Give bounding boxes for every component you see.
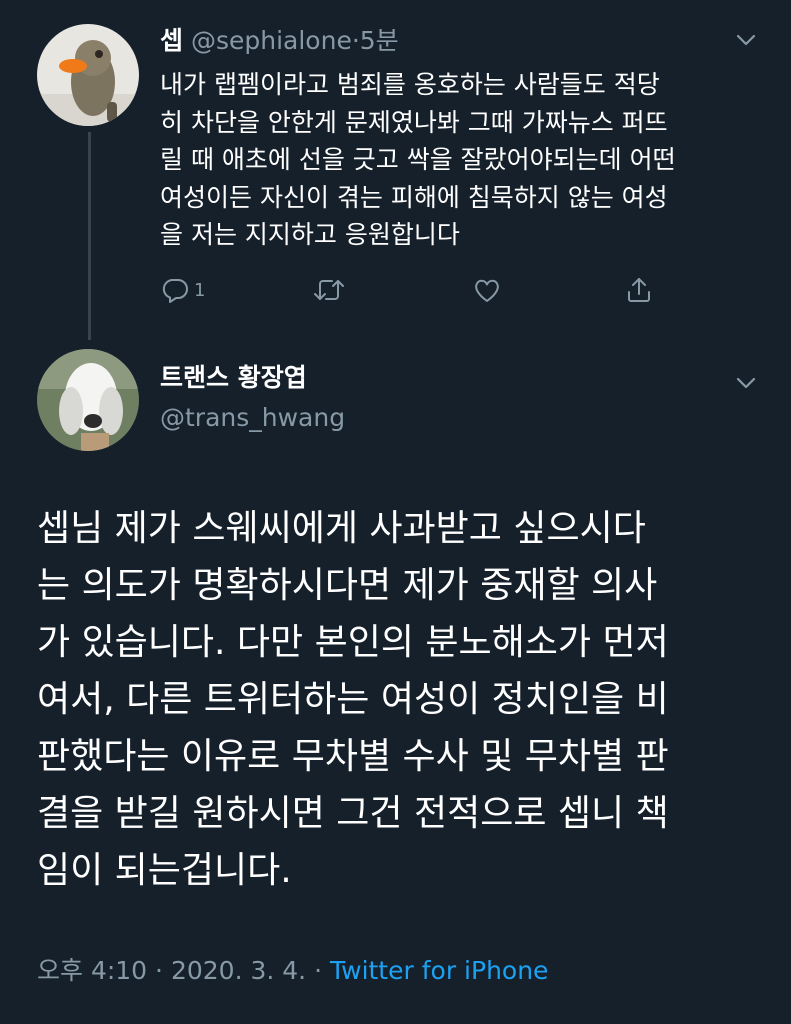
reply-text-line: 을 저는 지지하고 응원합니다 xyxy=(160,220,460,249)
main-text-line: 결을 받길 원하시면 그건 전적으로 셉니 책 xyxy=(37,793,669,834)
duck-plush-avatar-icon xyxy=(37,24,139,126)
meta-separator: · xyxy=(155,956,163,985)
main-handle[interactable]: @trans_hwang xyxy=(160,402,345,434)
reply-text-line: 내가 랩펨이라고 범죄를 옹호하는 사람들도 적당 xyxy=(160,70,660,99)
chevron-down-icon[interactable] xyxy=(735,33,757,47)
main-text-line: 여서, 다른 트위터하는 여성이 정치인을 비 xyxy=(37,679,669,720)
reply-count: 1 xyxy=(194,279,206,301)
share-button[interactable] xyxy=(624,272,654,308)
tweet-date[interactable]: 2020. 3. 4. xyxy=(171,956,306,985)
reply-tweet-header: 셉 @sephialone·5분 xyxy=(160,26,399,56)
heart-icon xyxy=(475,279,499,302)
dog-avatar-icon xyxy=(37,349,139,451)
like-button[interactable] xyxy=(472,272,502,308)
main-tweet-text: 셉님 제가 스웨씨에게 사과받고 싶으시다 는 의도가 명확하시다면 제가 중재… xyxy=(37,500,757,899)
reply-text-line: 히 차단을 안한게 문제였나봐 그때 가짜뉴스 퍼뜨 xyxy=(160,107,668,137)
reply-handle[interactable]: @sephialone xyxy=(191,26,352,55)
reply-tweet-text: 내가 랩펨이라고 범죄를 옹호하는 사람들도 적당 히 차단을 안한게 문제였나… xyxy=(160,66,760,254)
tweet-source-link[interactable]: Twitter for iPhone xyxy=(330,956,548,985)
reply-text-line: 릴 때 애초에 선을 긋고 싹을 잘랐어야되는데 어떤 xyxy=(160,145,676,174)
retweet-icon xyxy=(314,280,344,300)
reply-time-ago[interactable]: 5분 xyxy=(360,26,399,55)
reply-icon xyxy=(162,279,188,303)
chevron-down-icon[interactable] xyxy=(735,376,757,390)
main-text-line: 는 의도가 명확하시다면 제가 중재할 의사 xyxy=(37,565,658,606)
reply-button[interactable]: 1 xyxy=(160,272,205,308)
reply-action-bar: 1 xyxy=(160,272,680,308)
main-text-line: 임이 되는겁니다. xyxy=(37,850,292,891)
tweet-time[interactable]: 오후 4:10 xyxy=(37,956,147,985)
main-text-line: 셉님 제가 스웨씨에게 사과받고 싶으시다 xyxy=(37,508,646,549)
main-text-line: 판했다는 이유로 무차별 수사 및 무차별 판 xyxy=(37,736,669,777)
main-text-line: 가 있습니다. 다만 본인의 분노해소가 먼저 xyxy=(37,622,669,663)
share-icon xyxy=(628,278,650,302)
meta-separator: · xyxy=(314,956,323,985)
thread-connector-line xyxy=(88,132,91,340)
reply-time-separator: · xyxy=(351,26,360,55)
reply-text-line: 여성이든 자신이 겪는 피해에 침묵하지 않는 여성 xyxy=(160,182,668,212)
main-author-avatar[interactable] xyxy=(37,349,139,451)
reply-author-avatar[interactable] xyxy=(37,24,139,126)
reply-display-name[interactable]: 셉 xyxy=(160,26,183,55)
main-display-name[interactable]: 트랜스 황장엽 xyxy=(160,362,307,394)
tweet-meta: 오후 4:10 · 2020. 3. 4. · Twitter for iPho… xyxy=(37,954,548,988)
retweet-button[interactable] xyxy=(312,272,346,308)
